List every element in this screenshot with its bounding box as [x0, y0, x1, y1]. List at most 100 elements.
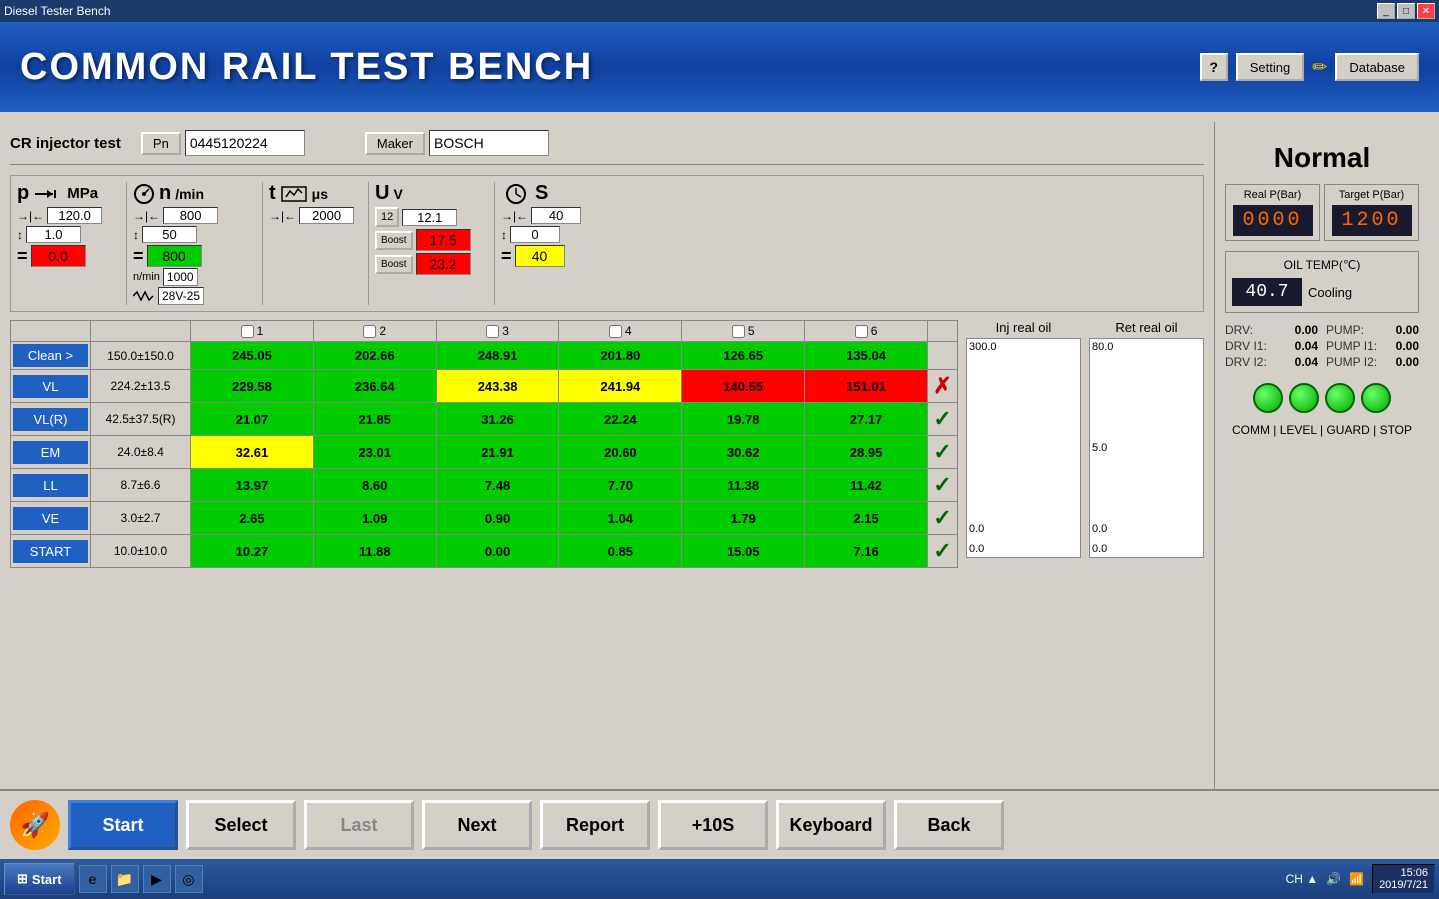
- maximize-btn[interactable]: □: [1397, 3, 1415, 19]
- back-button[interactable]: Back: [894, 800, 1004, 850]
- row-label-btn[interactable]: EM: [13, 441, 88, 464]
- minimize-btn[interactable]: _: [1377, 3, 1395, 19]
- rpm-nmin-label: n/min: [133, 271, 160, 283]
- pump-value: 0.00: [1396, 323, 1419, 337]
- data-cell: 11.42: [805, 469, 928, 502]
- pn-button[interactable]: Pn: [141, 132, 181, 155]
- data-cell: 236.64: [313, 370, 436, 403]
- rpm-icon: [133, 183, 155, 205]
- app-header: COMMON RAIL TEST BENCH ? Setting ✏ Datab…: [0, 22, 1439, 112]
- data-cell: 21.91: [436, 436, 559, 469]
- table-row: VL(R)42.5±37.5(R)21.0721.8531.2622.2419.…: [11, 403, 958, 436]
- voltage-unit: V: [393, 186, 402, 202]
- taskbar-right: CH ▲ 🔊 📶 15:06 2019/7/21: [1286, 864, 1435, 894]
- drv-readings: DRV:0.00 PUMP:0.00 DRV I1:0.04 PUMP I1:0…: [1225, 323, 1419, 369]
- rpm-arrow1: →|←: [133, 209, 160, 223]
- checkbox-5[interactable]: [732, 325, 745, 338]
- checkbox-2[interactable]: [363, 325, 376, 338]
- row-label-btn[interactable]: VL: [13, 375, 88, 398]
- close-btn[interactable]: ✕: [1417, 3, 1435, 19]
- ret-x-left: 0.0: [1092, 543, 1107, 555]
- voltage-symbol: U: [375, 182, 389, 205]
- start-button[interactable]: Start: [68, 800, 178, 850]
- data-cell: 140.55: [682, 370, 805, 403]
- data-cell: 21.85: [313, 403, 436, 436]
- time-icon: [280, 183, 308, 205]
- row-label-btn[interactable]: START: [13, 540, 88, 563]
- clock-time: 15:06: [1379, 867, 1428, 879]
- checkbox-6[interactable]: [855, 325, 868, 338]
- boost2-val: 23.2: [416, 253, 471, 275]
- rpm-extra-val: 28V-25: [158, 287, 204, 305]
- setting-button[interactable]: Setting: [1236, 53, 1304, 81]
- help-button[interactable]: ?: [1200, 53, 1228, 81]
- rpm-nmin-val: 1000: [163, 268, 198, 286]
- status-labels: COMM | LEVEL | GUARD | STOP: [1225, 423, 1419, 437]
- oil-temp-box: OIL TEMP(℃) 40.7 Cooling: [1225, 251, 1419, 313]
- maker-input[interactable]: [429, 130, 549, 156]
- voltage-val1[interactable]: [402, 209, 457, 226]
- row-label-btn[interactable]: Clean >: [13, 344, 88, 367]
- drv-i1-label: DRV I1:: [1225, 339, 1267, 353]
- rpm-unit: /min: [175, 186, 204, 202]
- rpm-arrow2: ↕: [133, 228, 139, 242]
- drv-i1-value: 0.04: [1295, 339, 1318, 353]
- app-icon[interactable]: ◎: [175, 865, 203, 893]
- data-table-container: 1 2 3 4 5: [10, 320, 958, 568]
- report-button[interactable]: Report: [540, 800, 650, 850]
- media-icon[interactable]: ▶: [143, 865, 171, 893]
- indicators-row: [1225, 383, 1419, 413]
- maker-button[interactable]: Maker: [365, 132, 425, 155]
- folder-icon[interactable]: 📁: [111, 865, 139, 893]
- cooling-label: Cooling: [1308, 285, 1352, 300]
- inj-y-top: 300.0: [969, 341, 997, 353]
- row-range: 42.5±37.5(R): [91, 403, 191, 436]
- clock-icon: [501, 183, 531, 205]
- table-row: LL8.7±6.613.978.607.487.7011.3811.42✓: [11, 469, 958, 502]
- pressure-symbol: p: [17, 182, 29, 205]
- row-label-btn[interactable]: LL: [13, 474, 88, 497]
- s-val2[interactable]: [510, 226, 560, 243]
- real-p-label: Real P(Bar): [1244, 189, 1301, 201]
- next-button[interactable]: Next: [422, 800, 532, 850]
- ret-chart-title: Ret real oil: [1115, 320, 1177, 335]
- row-label-btn[interactable]: VL(R): [13, 408, 88, 431]
- data-cell: 23.01: [313, 436, 436, 469]
- rpm-val2[interactable]: [142, 226, 197, 243]
- pressure-unit: MPa: [67, 185, 98, 202]
- ie-icon[interactable]: e: [79, 865, 107, 893]
- row-range: 3.0±2.7: [91, 502, 191, 535]
- row-label-btn[interactable]: VE: [13, 507, 88, 530]
- status-display: Normal: [1225, 132, 1419, 174]
- pn-input[interactable]: [185, 130, 305, 156]
- drv-i2-label: DRV I2:: [1225, 355, 1267, 369]
- data-cell: 1.09: [313, 502, 436, 535]
- checkbox-1[interactable]: [241, 325, 254, 338]
- rpm-val1[interactable]: [163, 207, 218, 224]
- boost1-icon: Boost: [375, 231, 413, 250]
- boost1-val: 17.5: [416, 229, 471, 251]
- select-button[interactable]: Select: [186, 800, 296, 850]
- pressure-val2[interactable]: [26, 226, 81, 243]
- checkbox-3[interactable]: [486, 325, 499, 338]
- s-val1[interactable]: [531, 207, 581, 224]
- time-val1[interactable]: [299, 207, 354, 224]
- windows-logo: ⊞: [17, 871, 28, 887]
- boost2-icon: Boost: [375, 255, 413, 274]
- plus10s-button[interactable]: +10S: [658, 800, 768, 850]
- ret-chart: Ret real oil 80.0 5.0 0.0 0.0: [1089, 320, 1204, 568]
- checkbox-4[interactable]: [609, 325, 622, 338]
- pressure-arrow2: ↕: [17, 228, 23, 242]
- row-range: 10.0±10.0: [91, 535, 191, 568]
- last-button[interactable]: Last: [304, 800, 414, 850]
- data-cell: 229.58: [191, 370, 314, 403]
- data-cell: 21.07: [191, 403, 314, 436]
- keyboard-button[interactable]: Keyboard: [776, 800, 886, 850]
- table-row: VL224.2±13.5229.58236.64243.38241.94140.…: [11, 370, 958, 403]
- start-menu-button[interactable]: ⊞ Start: [4, 863, 75, 895]
- status-cell: ✓: [928, 502, 958, 535]
- time-unit: μs: [312, 186, 328, 202]
- pressure-val1[interactable]: [47, 207, 102, 224]
- database-button[interactable]: Database: [1335, 53, 1419, 81]
- status-cell: [928, 342, 958, 370]
